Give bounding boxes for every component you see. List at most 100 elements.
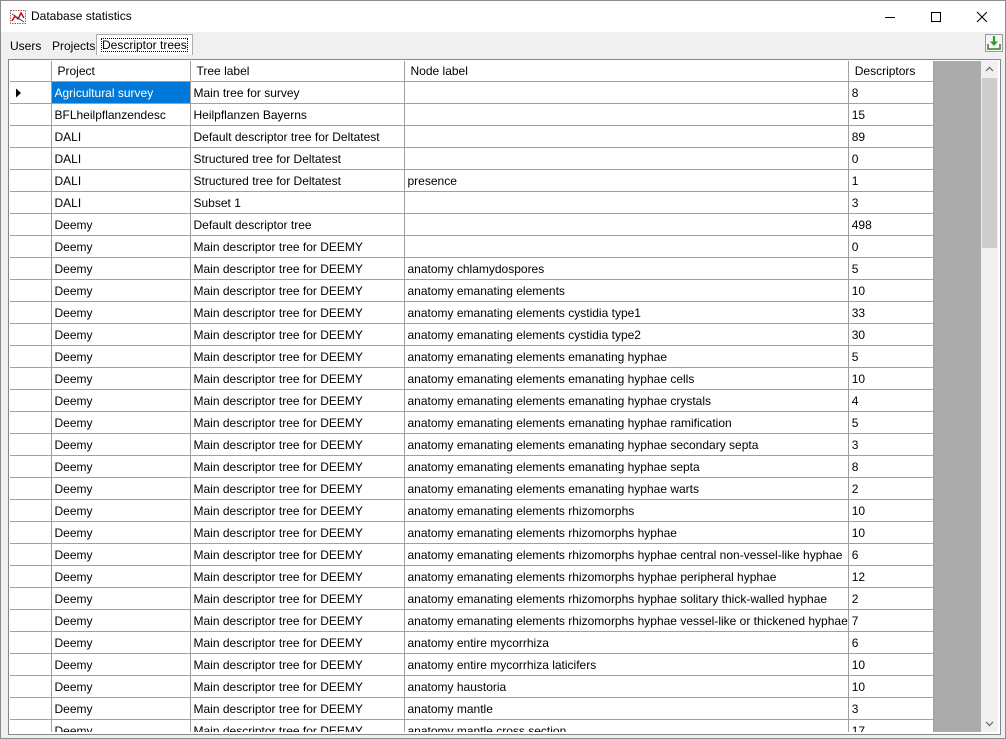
table-row[interactable]: Deemy Main descriptor tree for DEEMY anato… — [10, 279, 934, 302]
cell-project[interactable]: DALI — [51, 191, 191, 214]
row-header[interactable] — [10, 213, 52, 236]
row-header[interactable] — [10, 103, 52, 126]
cell-node-label[interactable]: anatomy entire mycorrhiza laticifers — [404, 653, 849, 676]
table-row[interactable]: Deemy Main descriptor tree for DEEMY anato… — [10, 675, 934, 698]
cell-descriptors[interactable]: 89 — [848, 125, 934, 148]
cell-descriptors[interactable]: 5 — [848, 345, 934, 368]
cell-tree-label[interactable]: Main descriptor tree for DEEMY — [190, 543, 405, 566]
table-row[interactable]: Deemy Main descriptor tree for DEEMY anato… — [10, 697, 934, 720]
cell-project[interactable]: Deemy — [51, 653, 191, 676]
cell-node-label[interactable]: presence — [404, 169, 849, 192]
cell-descriptors[interactable]: 2 — [848, 477, 934, 500]
table-row[interactable]: Deemy Main descriptor tree for DEEMY anato… — [10, 257, 934, 280]
cell-descriptors[interactable]: 17 — [848, 719, 934, 732]
row-header[interactable] — [10, 191, 52, 214]
cell-node-label[interactable] — [404, 213, 849, 236]
cell-descriptors[interactable]: 6 — [848, 631, 934, 654]
vertical-scrollbar[interactable] — [981, 61, 998, 732]
cell-descriptors[interactable]: 10 — [848, 521, 934, 544]
close-button[interactable] — [959, 1, 1005, 32]
cell-tree-label[interactable]: Main tree for survey — [190, 81, 405, 104]
cell-tree-label[interactable]: Main descriptor tree for DEEMY — [190, 455, 405, 478]
row-header[interactable] — [10, 301, 52, 324]
cell-project[interactable]: Deemy — [51, 675, 191, 698]
table-row[interactable]: Deemy Default descriptor tree 498 — [10, 213, 934, 236]
cell-project[interactable]: Deemy — [51, 279, 191, 302]
cell-tree-label[interactable]: Main descriptor tree for DEEMY — [190, 257, 405, 280]
table-row[interactable]: DALI Subset 1 3 — [10, 191, 934, 214]
table-row[interactable]: Deemy Main descriptor tree for DEEMY anato… — [10, 499, 934, 522]
row-header[interactable] — [10, 719, 52, 732]
cell-node-label[interactable]: anatomy emanating elements emanating hyp… — [404, 455, 849, 478]
column-header-tree-label[interactable]: Tree label — [190, 61, 405, 82]
row-header[interactable] — [10, 455, 52, 478]
cell-node-label[interactable]: anatomy emanating elements cystidia type… — [404, 323, 849, 346]
cell-project[interactable]: Deemy — [51, 345, 191, 368]
cell-tree-label[interactable]: Main descriptor tree for DEEMY — [190, 521, 405, 544]
table-row[interactable]: Deemy Main descriptor tree for DEEMY anato… — [10, 521, 934, 544]
cell-project[interactable]: Deemy — [51, 565, 191, 588]
cell-project[interactable]: Deemy — [51, 499, 191, 522]
row-header[interactable] — [10, 587, 52, 610]
cell-project[interactable]: Deemy — [51, 301, 191, 324]
cell-node-label[interactable]: anatomy emanating elements emanating hyp… — [404, 367, 849, 390]
tab-descriptor-trees[interactable]: Descriptor trees — [96, 34, 193, 55]
cell-node-label[interactable]: anatomy emanating elements rhizomorphs h… — [404, 543, 849, 566]
scroll-down-button[interactable] — [981, 715, 998, 732]
cell-tree-label[interactable]: Main descriptor tree for DEEMY — [190, 697, 405, 720]
row-header[interactable] — [10, 345, 52, 368]
row-header[interactable] — [10, 631, 52, 654]
cell-descriptors[interactable]: 0 — [848, 147, 934, 170]
cell-descriptors[interactable]: 15 — [848, 103, 934, 126]
export-button[interactable] — [985, 34, 1003, 52]
row-header[interactable] — [10, 81, 52, 104]
cell-project[interactable]: Deemy — [51, 213, 191, 236]
cell-project[interactable]: Deemy — [51, 521, 191, 544]
cell-tree-label[interactable]: Main descriptor tree for DEEMY — [190, 389, 405, 412]
table-row[interactable]: BFLheilpflanzendesc Heilpflanzen Bayerns 1… — [10, 103, 934, 126]
cell-tree-label[interactable]: Main descriptor tree for DEEMY — [190, 653, 405, 676]
cell-node-label[interactable] — [404, 103, 849, 126]
cell-descriptors[interactable]: 3 — [848, 433, 934, 456]
cell-tree-label[interactable]: Main descriptor tree for DEEMY — [190, 631, 405, 654]
cell-tree-label[interactable]: Structured tree for Deltatest — [190, 169, 405, 192]
cell-descriptors[interactable]: 3 — [848, 697, 934, 720]
cell-tree-label[interactable]: Main descriptor tree for DEEMY — [190, 675, 405, 698]
cell-node-label[interactable] — [404, 235, 849, 258]
statistics-grid[interactable]: Project Tree label Node label Descriptor… — [10, 61, 981, 732]
cell-descriptors[interactable]: 10 — [848, 653, 934, 676]
row-header[interactable] — [10, 367, 52, 390]
cell-project[interactable]: Deemy — [51, 609, 191, 632]
column-header-node-label[interactable]: Node label — [404, 61, 849, 82]
row-header[interactable] — [10, 235, 52, 258]
cell-descriptors[interactable]: 10 — [848, 279, 934, 302]
cell-descriptors[interactable]: 10 — [848, 367, 934, 390]
row-header[interactable] — [10, 169, 52, 192]
cell-descriptors[interactable]: 6 — [848, 543, 934, 566]
cell-descriptors[interactable]: 12 — [848, 565, 934, 588]
cell-descriptors[interactable]: 8 — [848, 455, 934, 478]
table-row[interactable]: DALI Structured tree for Deltatest 0 — [10, 147, 934, 170]
cell-node-label[interactable]: anatomy emanating elements rhizomorphs h… — [404, 587, 849, 610]
cell-tree-label[interactable]: Main descriptor tree for DEEMY — [190, 235, 405, 258]
cell-tree-label[interactable]: Main descriptor tree for DEEMY — [190, 587, 405, 610]
row-header[interactable] — [10, 565, 52, 588]
cell-descriptors[interactable]: 4 — [848, 389, 934, 412]
row-header[interactable] — [10, 543, 52, 566]
row-header[interactable] — [10, 389, 52, 412]
cell-node-label[interactable]: anatomy emanating elements cystidia type… — [404, 301, 849, 324]
cell-node-label[interactable]: anatomy haustoria — [404, 675, 849, 698]
cell-node-label[interactable]: anatomy emanating elements — [404, 279, 849, 302]
cell-tree-label[interactable]: Main descriptor tree for DEEMY — [190, 499, 405, 522]
cell-tree-label[interactable]: Default descriptor tree for Deltatest — [190, 125, 405, 148]
cell-descriptors[interactable]: 10 — [848, 675, 934, 698]
row-header[interactable] — [10, 411, 52, 434]
cell-descriptors[interactable]: 33 — [848, 301, 934, 324]
cell-node-label[interactable]: anatomy entire mycorrhiza — [404, 631, 849, 654]
maximize-button[interactable] — [913, 1, 959, 32]
cell-project[interactable]: Deemy — [51, 257, 191, 280]
cell-descriptors[interactable]: 7 — [848, 609, 934, 632]
row-header[interactable] — [10, 125, 52, 148]
scroll-up-button[interactable] — [981, 61, 998, 78]
cell-tree-label[interactable]: Main descriptor tree for DEEMY — [190, 301, 405, 324]
